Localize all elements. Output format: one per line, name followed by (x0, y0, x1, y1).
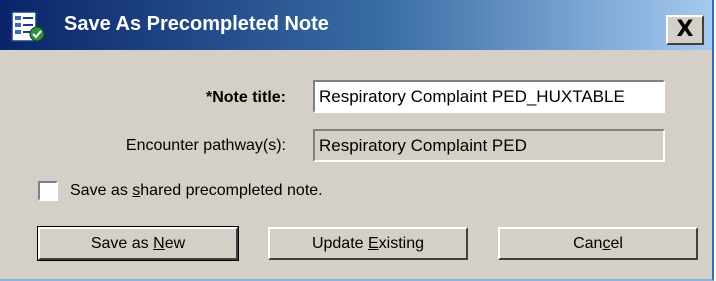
note-title-input[interactable] (319, 82, 659, 111)
title-bar[interactable]: Save As Precompleted Note X (0, 0, 712, 50)
save-as-new-button[interactable]: Save as New (37, 226, 239, 261)
update-existing-button[interactable]: Update Existing (268, 227, 468, 260)
save-as-precompleted-note-dialog: Save As Precompleted Note X *Note title:… (0, 0, 714, 281)
cancel-button[interactable]: Cancel (498, 227, 698, 260)
update-label-mnemonic: E (368, 235, 379, 252)
shared-note-checkbox[interactable] (38, 181, 58, 201)
cancel-label-part2: el (610, 235, 623, 252)
save-new-label-mnemonic: N (153, 235, 165, 252)
window-title: Save As Precompleted Note (64, 13, 329, 35)
save-new-label-part2: ew (164, 235, 186, 252)
cancel-label-part1: Can (573, 235, 603, 252)
encounter-pathway-value: Respiratory Complaint PED (319, 136, 527, 155)
note-title-label: *Note title: (206, 89, 286, 106)
shared-note-checkbox-label[interactable]: Save as shared precompleted note. (70, 182, 323, 200)
close-button[interactable]: X (666, 15, 704, 45)
update-label-part2: xisting (378, 235, 425, 252)
shared-label-part1: Save as (70, 182, 133, 199)
save-new-label-part1: Save as (90, 235, 154, 252)
update-label-part1: Update (311, 235, 368, 252)
note-document-icon (10, 10, 48, 44)
encounter-pathway-field: Respiratory Complaint PED (313, 129, 665, 162)
shared-label-part2: hared precompleted note. (140, 182, 323, 199)
close-icon: X (676, 17, 694, 42)
encounter-pathway-label: Encounter pathway(s): (125, 137, 286, 154)
note-title-field[interactable] (313, 80, 665, 113)
